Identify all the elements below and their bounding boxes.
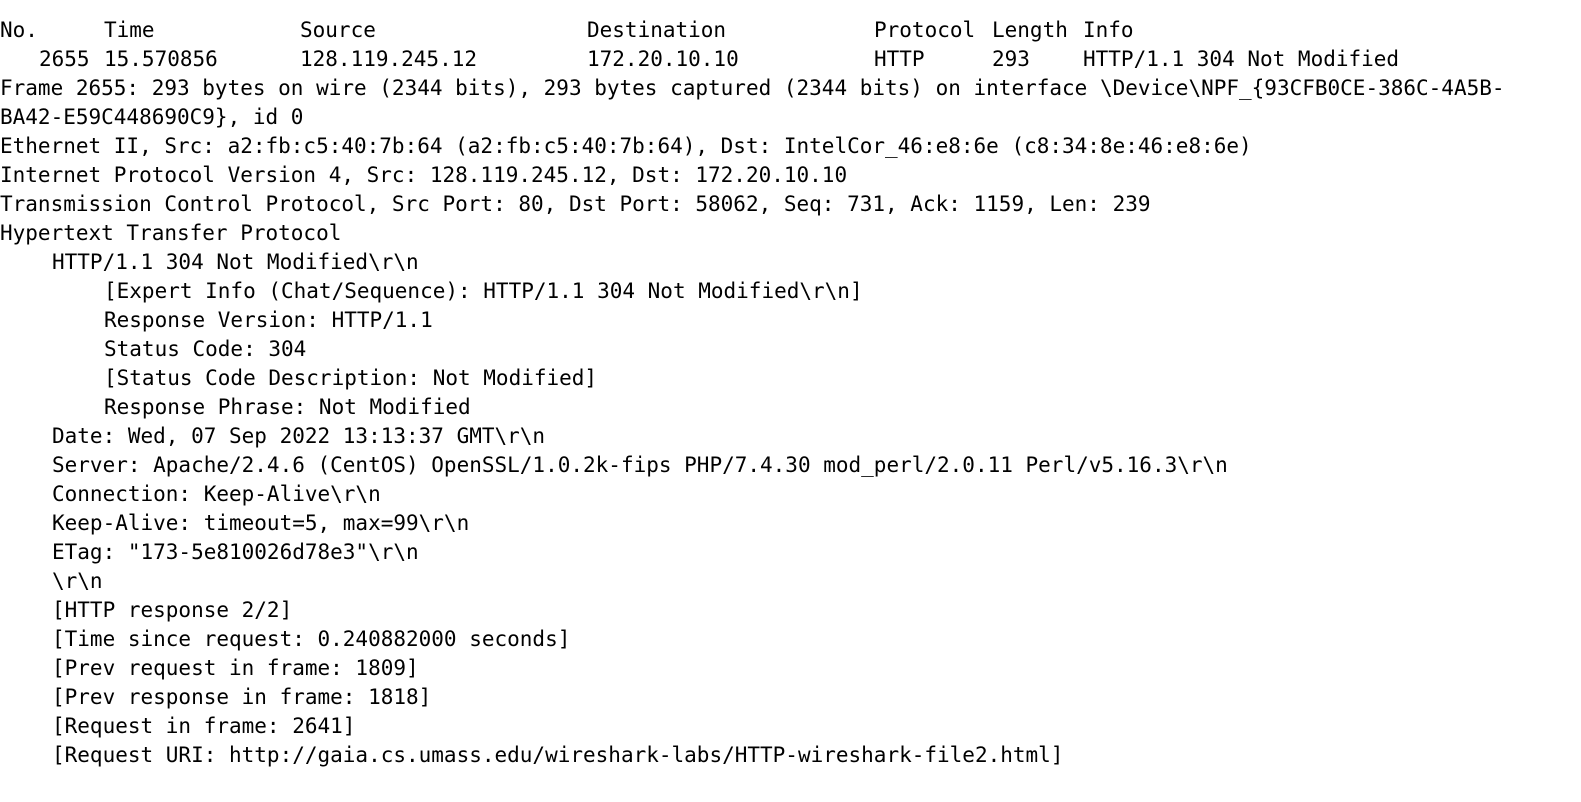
tree-item-http-response[interactable]: [HTTP response 2/2] [52, 596, 292, 625]
tree-item-ip[interactable]: Internet Protocol Version 4, Src: 128.11… [0, 161, 847, 190]
column-header-no[interactable]: No. [0, 16, 38, 45]
packet-time: 15.570856 [104, 47, 218, 71]
tree-item-response-version[interactable]: Response Version: HTTP/1.1 [104, 306, 433, 335]
tree-item-ethernet[interactable]: Ethernet II, Src: a2:fb:c5:40:7b:64 (a2:… [0, 132, 1252, 161]
packet-row[interactable]: 2655 15.570856 128.119.245.12 172.20.10.… [0, 45, 1399, 74]
packet-info: HTTP/1.1 304 Not Modified [1083, 47, 1400, 71]
tree-item-server[interactable]: Server: Apache/2.4.6 (CentOS) OpenSSL/1.… [52, 451, 1228, 480]
tree-item-status-line[interactable]: HTTP/1.1 304 Not Modified\r\n [52, 248, 419, 277]
tree-item-http[interactable]: Hypertext Transfer Protocol [0, 219, 341, 248]
tree-item-status-code[interactable]: Status Code: 304 [104, 335, 306, 364]
column-header-row: No. Time Source Destination Protocol Len… [0, 16, 1134, 45]
column-header-time[interactable]: Time [104, 16, 155, 45]
packet-protocol: HTTP [874, 47, 925, 71]
tree-item-frame[interactable]: Frame 2655: 293 bytes on wire (2344 bits… [0, 74, 1505, 103]
tree-item-status-description[interactable]: [Status Code Description: Not Modified] [104, 364, 597, 393]
column-header-length[interactable]: Length [992, 16, 1068, 45]
tree-item-prev-response[interactable]: [Prev response in frame: 1818] [52, 683, 431, 712]
packet-dissection-pane: No. Time Source Destination Protocol Len… [0, 0, 1581, 802]
tree-item-request-uri[interactable]: [Request URI: http://gaia.cs.umass.edu/w… [52, 741, 1063, 770]
column-header-info[interactable]: Info [1083, 16, 1134, 45]
tree-item-frame-continued[interactable]: BA42-E59C448690C9}, id 0 [0, 103, 303, 132]
tree-item-tcp[interactable]: Transmission Control Protocol, Src Port:… [0, 190, 1151, 219]
packet-destination: 172.20.10.10 [587, 47, 739, 71]
tree-item-expert-info[interactable]: [Expert Info (Chat/Sequence): HTTP/1.1 3… [104, 277, 863, 306]
tree-item-etag[interactable]: ETag: "173-5e810026d78e3"\r\n [52, 538, 419, 567]
column-header-protocol[interactable]: Protocol [874, 16, 975, 45]
tree-item-time-since-request[interactable]: [Time since request: 0.240882000 seconds… [52, 625, 570, 654]
tree-item-prev-request[interactable]: [Prev request in frame: 1809] [52, 654, 419, 683]
tree-item-date[interactable]: Date: Wed, 07 Sep 2022 13:13:37 GMT\r\n [52, 422, 545, 451]
tree-item-response-phrase[interactable]: Response Phrase: Not Modified [104, 393, 471, 422]
tree-item-request-in-frame[interactable]: [Request in frame: 2641] [52, 712, 355, 741]
column-header-source[interactable]: Source [300, 16, 376, 45]
packet-source: 128.119.245.12 [300, 47, 478, 71]
column-header-destination[interactable]: Destination [587, 16, 726, 45]
tree-item-crlf[interactable]: \r\n [52, 567, 103, 596]
packet-length: 293 [992, 47, 1030, 71]
tree-item-connection[interactable]: Connection: Keep-Alive\r\n [52, 480, 381, 509]
tree-item-keep-alive[interactable]: Keep-Alive: timeout=5, max=99\r\n [52, 509, 469, 538]
packet-no: 2655 [39, 47, 90, 71]
